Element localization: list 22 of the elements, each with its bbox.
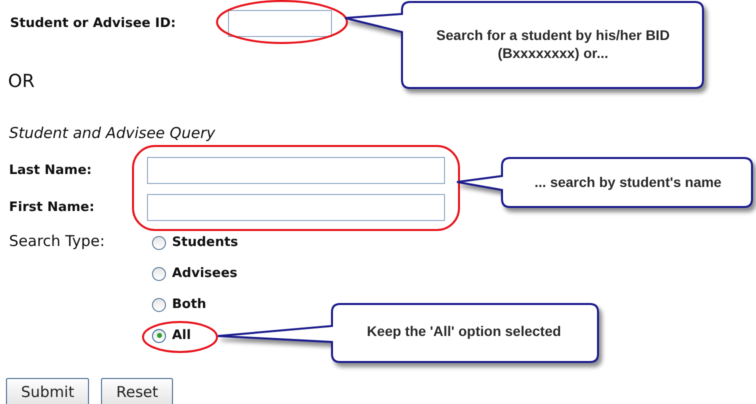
radio-label[interactable]: Advisees — [172, 266, 238, 281]
name-input-field[interactable] — [147, 194, 445, 221]
field-label: First Name: — [9, 200, 96, 215]
radio-label[interactable]: Both — [172, 297, 206, 312]
section-title: Student and Advisee Query — [9, 123, 216, 143]
field-label: Last Name: — [9, 163, 93, 178]
radio-button[interactable] — [152, 328, 166, 342]
reset-button[interactable]: Reset — [101, 378, 174, 404]
id-input-field[interactable] — [228, 10, 332, 36]
radio-button[interactable] — [152, 236, 166, 250]
field-label: Search Type: — [9, 231, 106, 252]
callout-text: Keep the 'All' option selected — [366, 322, 562, 340]
name-input-field[interactable] — [147, 157, 445, 184]
radio-button[interactable] — [152, 298, 166, 312]
callout-text: ... search by student's name — [534, 173, 722, 191]
radio-label[interactable]: Students — [172, 235, 238, 250]
submit-button[interactable]: Submit — [6, 378, 90, 404]
field-label: Student or Advisee ID: — [10, 16, 177, 30]
radio-button[interactable] — [152, 266, 166, 280]
radio-label[interactable]: All — [172, 328, 191, 343]
or-text: OR — [8, 70, 35, 94]
callout-text: Search for a student by his/her BID (Bxxxxxxxx) or... — [435, 26, 671, 62]
